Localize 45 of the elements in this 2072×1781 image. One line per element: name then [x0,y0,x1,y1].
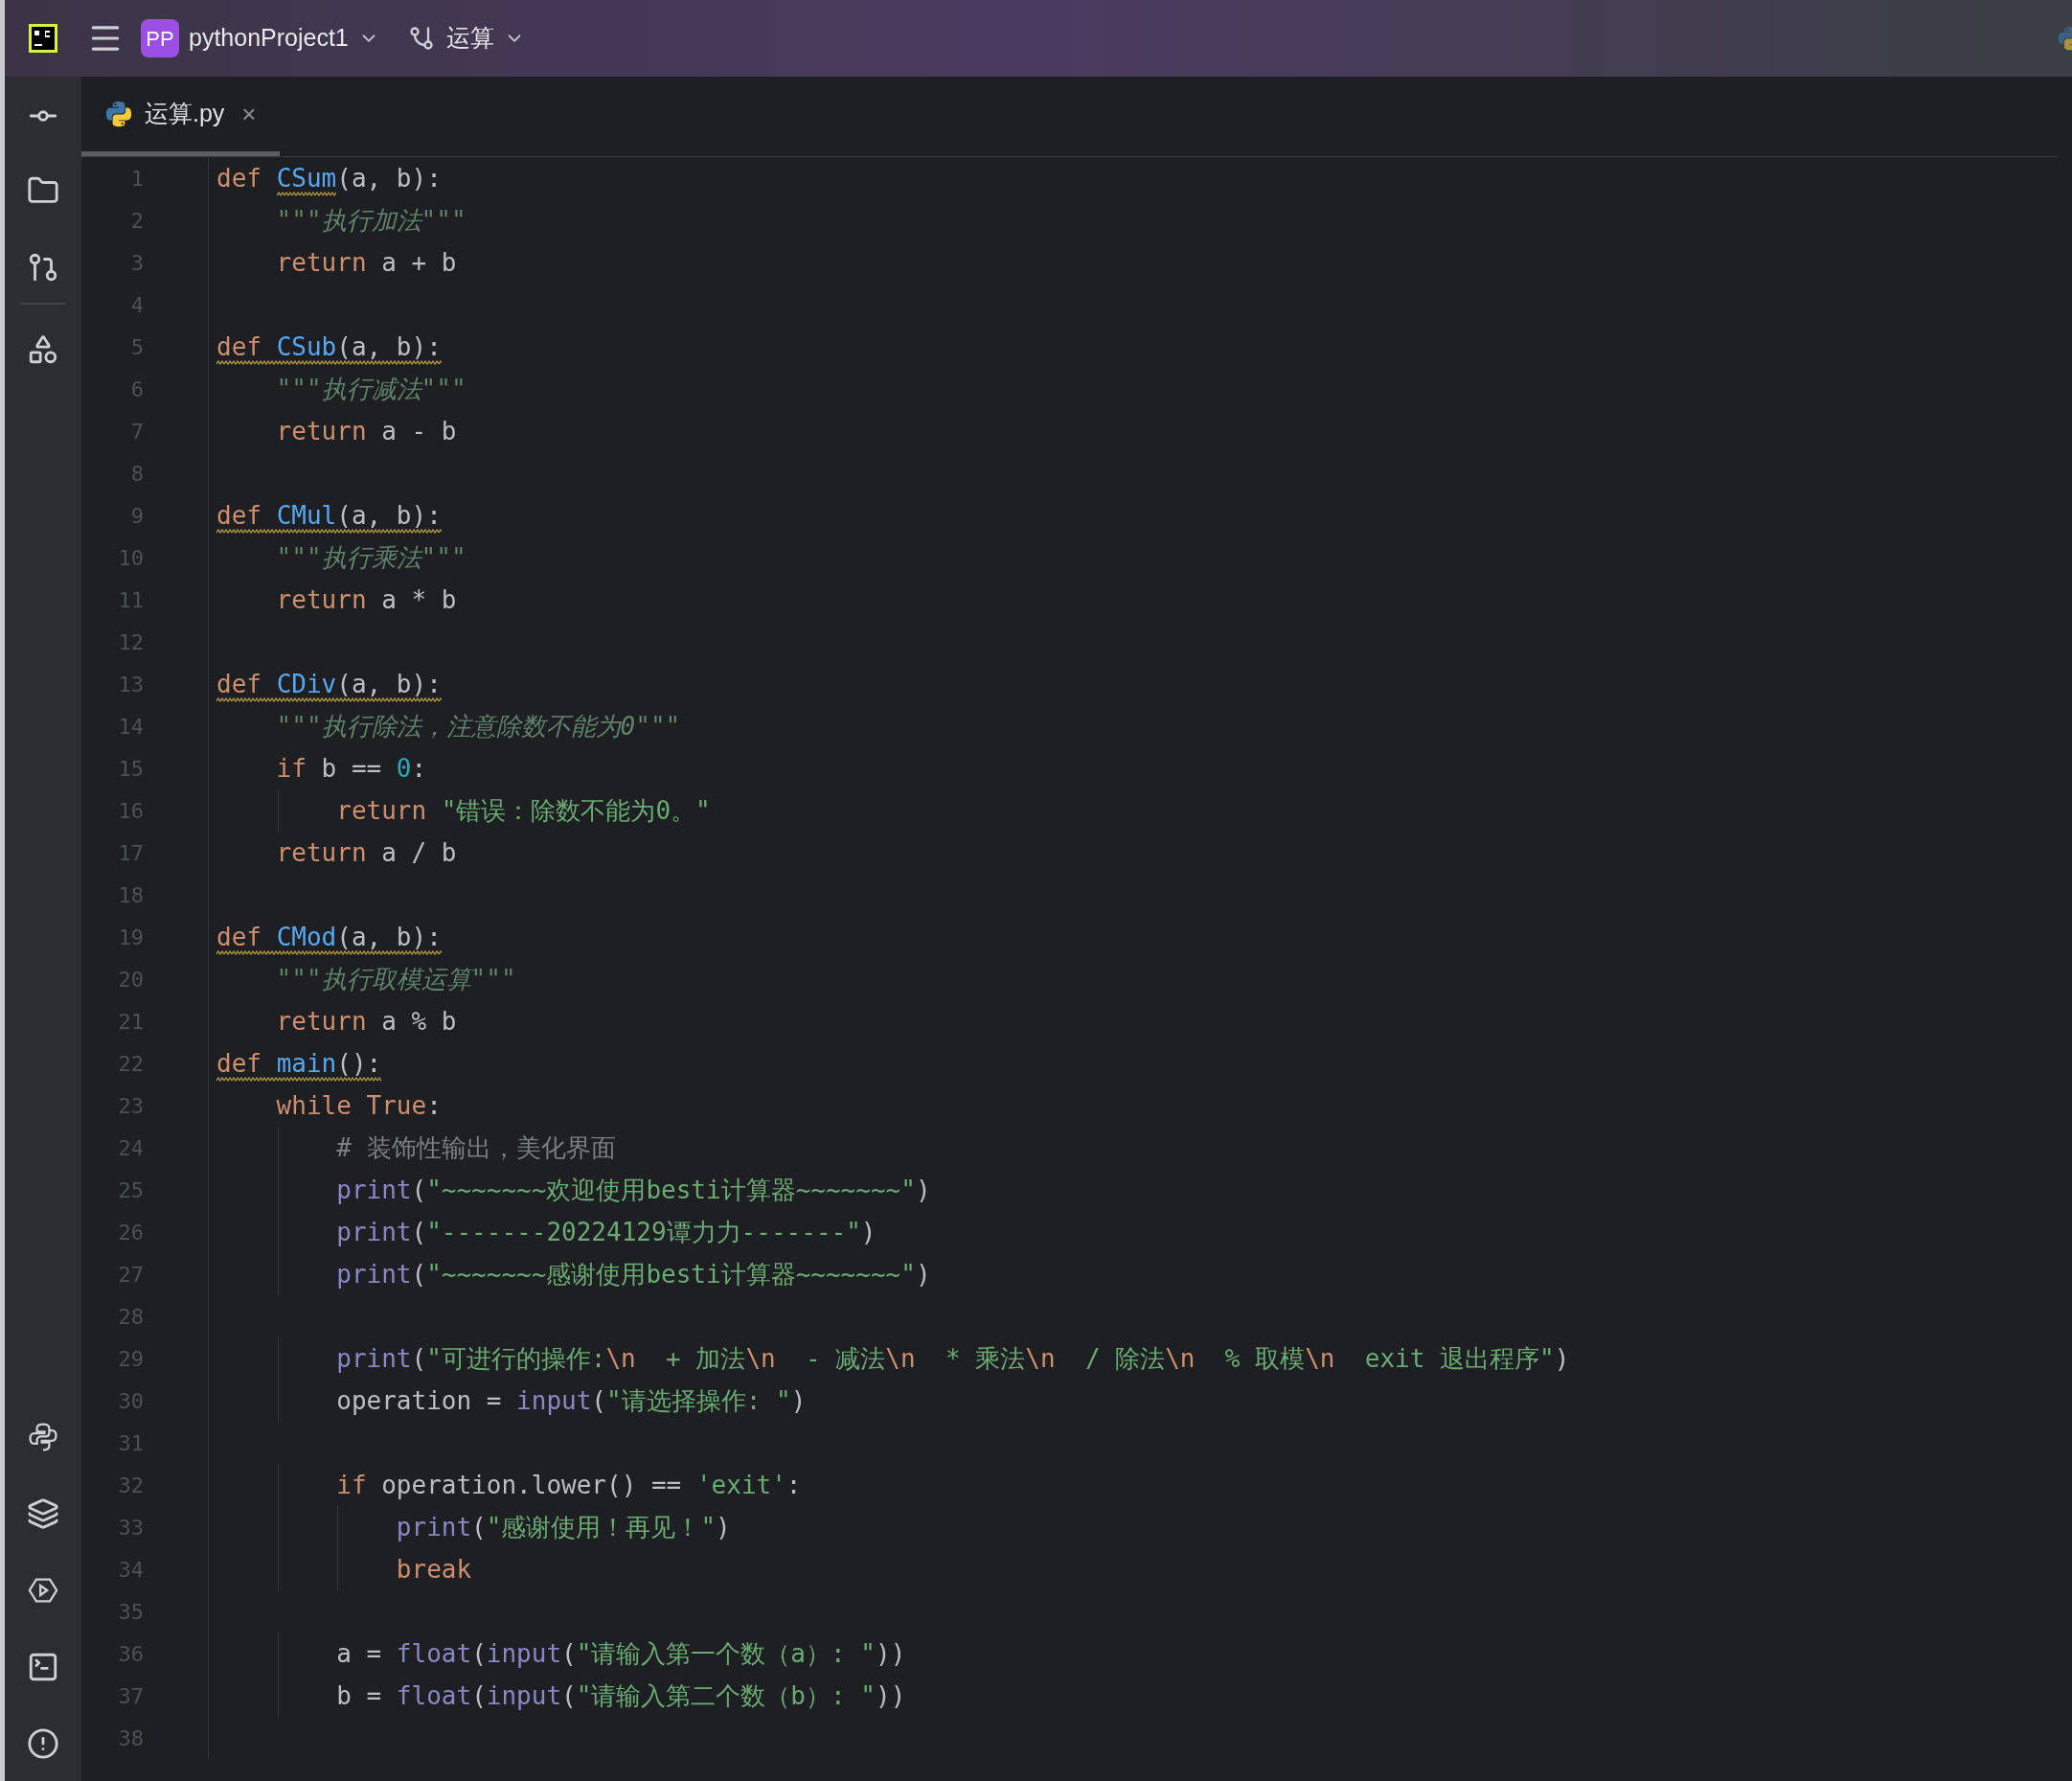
code-line: def main(): [216,1042,382,1085]
code-line: def CMod(a, b): [216,916,442,958]
code-line: if b == 0: [275,753,427,785]
code-line: return "错误：除数不能为0。" [335,795,711,827]
code-line: """执行减法""" [275,374,467,405]
code-line: return a * b [275,584,457,616]
code-line: return a / b [275,837,457,869]
structure-icon[interactable] [27,333,59,366]
code-line: return a % b [275,1006,457,1038]
python-console-icon[interactable] [27,1421,59,1453]
python-icon [104,100,133,128]
branch-icon [407,25,435,52]
editor-tab[interactable]: 运算.py × [81,77,280,156]
project-badge: PP [141,19,179,57]
branch-selector[interactable]: 运算 [445,20,525,57]
code-line: """执行除法，注意除数不能为0""" [275,711,681,742]
code-line: def CMul(a, b): [216,494,442,537]
tab-label: 运算.py [145,99,225,129]
code-line: print("~~~~~~~感谢使用besti计算器~~~~~~~") [335,1259,931,1290]
terminal-icon[interactable] [27,1651,59,1683]
code-line: """执行乘法""" [275,542,467,574]
code-line: b = float(input("请输入第二个数（b）: ")) [335,1680,906,1712]
code-line: while True: [275,1090,442,1122]
code-line: """执行加法""" [275,205,467,237]
code-line: def CDiv(a, b): [216,663,442,705]
code-line: print("-------20224129谭力力-------") [335,1217,877,1248]
code-line: if operation.lower() == 'exit': [335,1470,802,1501]
code-line: print("~~~~~~~欢迎使用besti计算器~~~~~~~") [335,1175,931,1206]
code-line: print("感谢使用！再见！") [395,1512,731,1543]
code-line: operation = input("请选择操作: ") [335,1385,807,1417]
code-line: return a + b [275,247,457,279]
code-line: """执行取模运算""" [275,964,516,995]
code-line: return a - b [275,416,457,447]
problems-icon[interactable] [27,1727,59,1760]
pull-request-icon[interactable] [27,251,59,284]
app-logo-icon [29,24,57,53]
close-tab-button[interactable]: × [241,95,257,133]
code-line: break [395,1554,472,1586]
code-line: def CSub(a, b): [216,326,442,368]
code-line: print("可进行的操作:\n + 加法\n - 减法\n * 乘法\n / 除法\n % 取模\n exit 退出程序") [335,1343,1570,1375]
project-selector[interactable]: pythonProject1 [189,20,379,57]
code-line: def CSum(a, b): [216,157,442,199]
layers-icon[interactable] [27,1497,59,1530]
code-line: # 装饰性输出，美化界面 [335,1132,616,1164]
code-line: a = float(input("请输入第一个数（a）: ")) [335,1638,906,1670]
